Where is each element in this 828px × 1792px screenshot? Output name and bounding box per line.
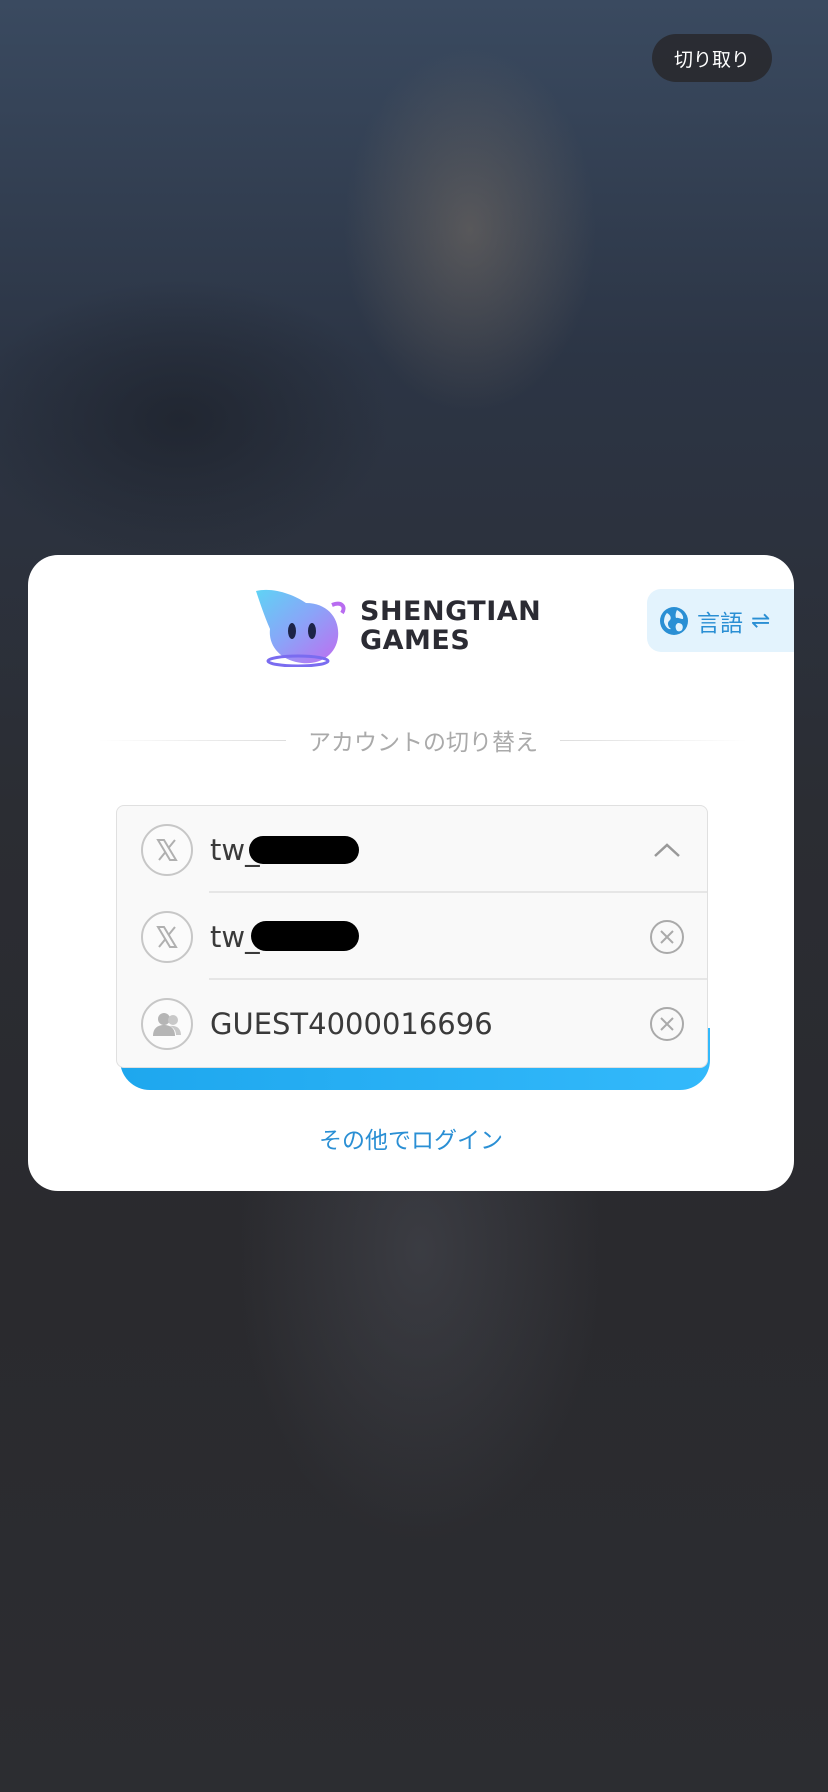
language-label: 言語 bbox=[697, 610, 743, 637]
redaction-mark bbox=[251, 921, 359, 951]
section-divider: アカウントの切り替え bbox=[98, 725, 748, 756]
x-icon bbox=[141, 910, 193, 963]
language-button[interactable]: 言語 ⇌ bbox=[647, 589, 794, 652]
chevron-up-icon[interactable] bbox=[649, 832, 685, 868]
account-dropdown: tw_ tw_ GUEST4000016696 bbox=[116, 805, 708, 1068]
logo-text-line1: SHENGTIAN bbox=[360, 596, 542, 627]
logo-text-line2: GAMES bbox=[360, 625, 471, 656]
cut-button[interactable]: 切り取り bbox=[652, 34, 772, 82]
remove-icon[interactable] bbox=[649, 1006, 685, 1042]
redaction-mark bbox=[249, 836, 359, 864]
mascot-logo-icon bbox=[256, 589, 346, 667]
account-switch-dialog: SHENGTIAN GAMES 言語 ⇌ アカウントの切り替え tw_ tw_ … bbox=[28, 555, 794, 1191]
x-icon bbox=[141, 823, 193, 876]
section-title: アカウントの切り替え bbox=[308, 730, 538, 756]
account-row[interactable]: GUEST4000016696 bbox=[117, 980, 707, 1067]
swap-icon: ⇌ bbox=[751, 607, 771, 634]
account-row[interactable]: tw_ bbox=[117, 893, 707, 980]
account-name: GUEST4000016696 bbox=[210, 1006, 493, 1041]
globe-icon bbox=[660, 606, 688, 635]
remove-icon[interactable] bbox=[649, 919, 685, 955]
shengtian-games-logo: SHENGTIAN GAMES bbox=[254, 585, 584, 667]
account-row[interactable]: tw_ bbox=[117, 806, 707, 893]
other-login-link[interactable]: その他でログイン bbox=[28, 1121, 794, 1155]
guest-icon bbox=[141, 997, 193, 1050]
